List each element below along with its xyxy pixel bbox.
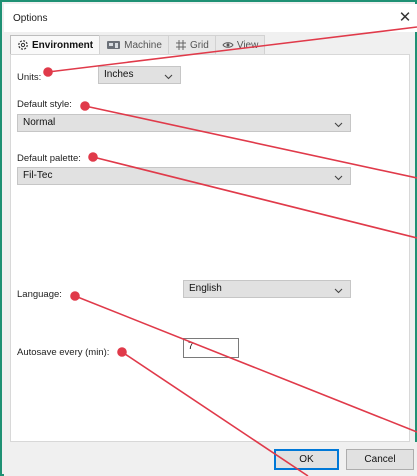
units-label: Units: (17, 72, 42, 83)
default-palette-label: Default palette: (17, 153, 81, 164)
units-value: Inches (104, 69, 134, 80)
language-label: Language: (17, 289, 62, 300)
units-select[interactable]: Inches (98, 66, 181, 84)
tab-view[interactable]: View (214, 35, 266, 54)
dialog-title: Options (13, 13, 48, 24)
machine-icon (106, 39, 121, 51)
default-style-value: Normal (23, 117, 56, 128)
default-palette-value: Fil-Tec (23, 170, 53, 181)
autosave-input[interactable]: 7 (183, 338, 239, 358)
tab-label: Machine (124, 39, 162, 51)
chevron-down-icon (334, 173, 343, 184)
grid-icon (175, 39, 187, 51)
tab-label: Environment (32, 39, 94, 51)
title-bar: Options ✕ (4, 4, 417, 32)
view-icon (222, 39, 234, 51)
chevron-down-icon (334, 120, 343, 131)
cancel-button[interactable]: Cancel (346, 449, 414, 470)
environment-icon (17, 39, 29, 51)
chevron-down-icon (164, 72, 173, 83)
ok-button[interactable]: OK (274, 449, 339, 470)
tab-label: View (236, 39, 259, 51)
tab-label: Grid (189, 39, 209, 51)
tab-machine[interactable]: Machine (99, 35, 169, 54)
default-palette-select[interactable]: Fil-Tec (17, 167, 351, 185)
tab-grid[interactable]: Grid (167, 35, 216, 54)
language-value: English (189, 283, 222, 294)
dialog-footer: OK Cancel (4, 442, 417, 476)
autosave-label: Autosave every (min): (17, 347, 110, 358)
options-dialog: Options ✕ Environment Machine Grid View … (0, 0, 417, 476)
language-select[interactable]: English (183, 280, 351, 298)
close-button[interactable]: ✕ (393, 4, 417, 32)
chevron-down-icon (334, 286, 343, 297)
default-style-label: Default style: (17, 99, 72, 110)
tab-environment[interactable]: Environment (10, 35, 101, 54)
tab-bar: Environment Machine Grid View (10, 35, 266, 54)
environment-panel: Units: Inches Default style: Normal Defa… (10, 54, 410, 442)
default-style-select[interactable]: Normal (17, 114, 351, 132)
